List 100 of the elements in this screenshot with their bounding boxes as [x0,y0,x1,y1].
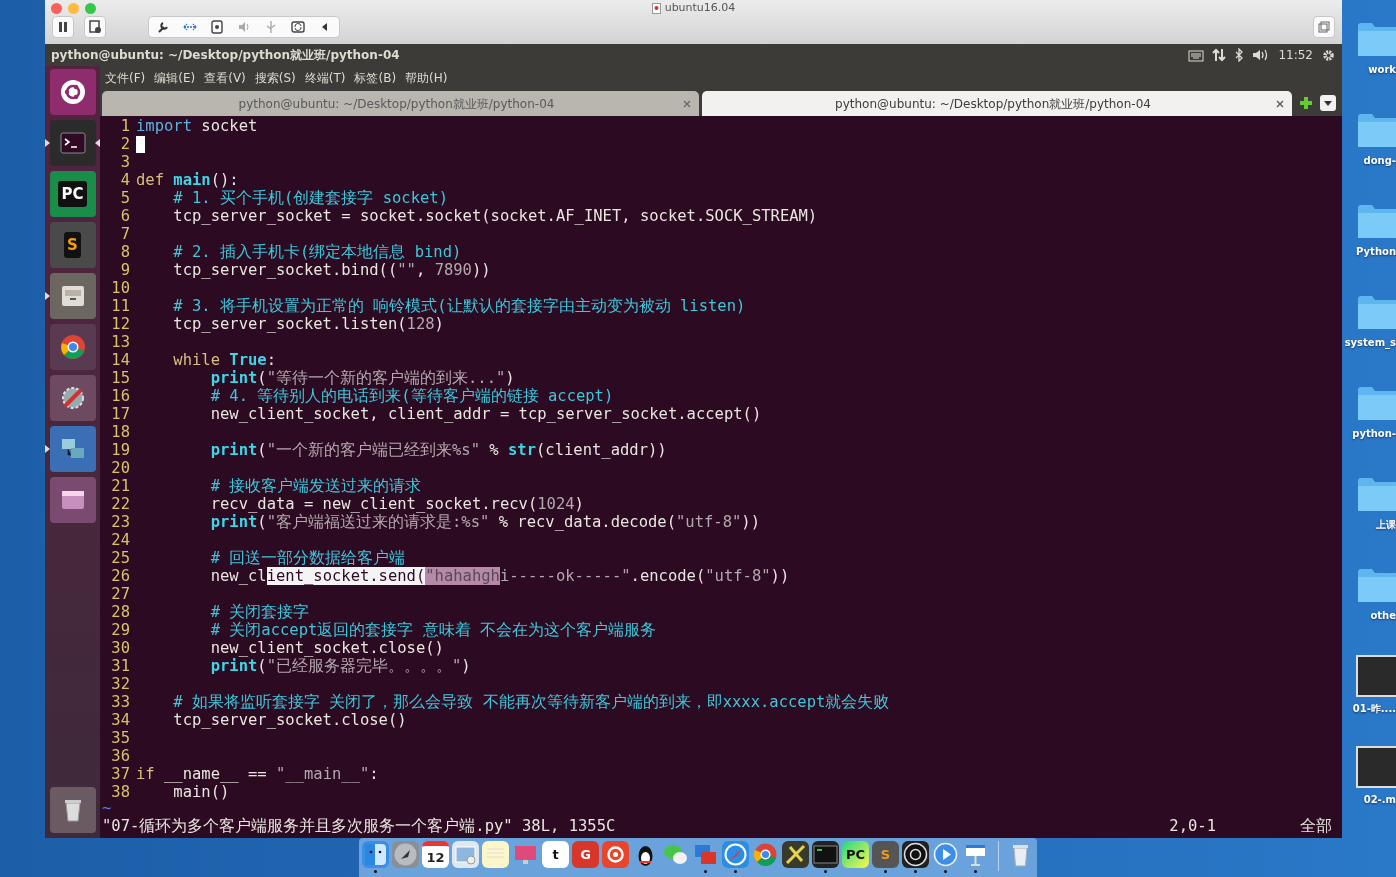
pause-icon [56,20,70,34]
transfer-arrows-icon[interactable] [1212,48,1227,62]
tab-label: python@ubuntu: ~/Desktop/python就业班/python-04 [834,95,1152,113]
code-line: print("等待一个新的客户端的到来...") [210,369,515,387]
line-number: 6 [119,207,131,225]
plus-icon[interactable] [1299,96,1313,110]
code-line: # 关闭accept返回的套接字 意味着 不会在为这个客户端服务 [210,621,656,639]
line-number: 27 [110,585,131,603]
line-number: 12 [110,315,131,333]
line-number: 20 [110,459,131,477]
clock-text[interactable]: 11:52 [1278,46,1313,64]
close-icon[interactable] [1276,99,1284,108]
terminal-tab[interactable]: python@ubuntu: ~/Desktop/python就业班/python-04 [702,91,1292,116]
code-line: print("客户端福送过来的请求是:%s" % recv_data.decode("utf-8")) [210,513,760,531]
line-number: 15 [110,369,131,387]
tab-menu-button[interactable] [1320,95,1336,111]
code-line: if __name__ == "__main__": [136,765,379,783]
line-number: 2 [119,135,131,153]
line-number: 19 [110,441,131,459]
line-number: 31 [110,657,131,675]
line-number: 24 [110,531,131,549]
line-number: 18 [110,423,131,441]
file-label[interactable]: 01-昨.... [1352,701,1396,716]
line-number: 38 [110,783,131,801]
menu-item[interactable]: 帮助(H) [405,69,448,87]
launcher-item[interactable] [45,120,100,166]
line-number: 22 [110,495,131,513]
line-number: 7 [119,225,131,243]
ring-icon[interactable] [901,841,930,875]
file-label[interactable]: python- [1352,426,1396,441]
video-thumbnail[interactable] [1356,746,1396,788]
line-number: 32 [110,675,131,693]
code-line: # 关闭套接字 [210,603,310,621]
windows-icon [1317,20,1331,34]
file-label[interactable]: othe [1370,608,1396,623]
menu-item[interactable]: 查看(V) [204,69,246,87]
file-label[interactable]: 上课 [1376,517,1396,532]
file-label[interactable]: system_s [1344,335,1396,350]
line-number: 10 [110,279,131,297]
menu-item[interactable]: 编辑(E) [154,69,196,87]
line-number: 13 [110,333,131,351]
terminal-icon[interactable] [811,841,840,875]
line-number: 25 [110,549,131,567]
line-number: 29 [110,621,131,639]
terminal-title: python@ubuntu: ~/Desktop/python就业班/python-04 [51,47,400,64]
caret-icon [1324,100,1332,106]
line-number: 4 [119,171,131,189]
editor-logo-icon: S [64,231,81,259]
code-line: import socket [136,117,258,135]
menu-item[interactable]: 终端(T) [304,69,346,87]
code-line: tcp_server_socket.bind(("", 7890)) [173,261,491,279]
restore-button[interactable] [1313,16,1335,38]
scroll-position: 全部 [1300,815,1332,837]
tab-label: python@ubuntu: ~/Desktop/python就业班/python-04 [237,95,556,113]
code-line: # 接收客户端发送过来的请求 [210,477,422,495]
video-thumbnail[interactable] [1356,655,1396,697]
cursor-position: 2,0-1 [1169,815,1216,837]
compass-icon[interactable] [721,841,750,875]
file-label[interactable]: dong- [1363,153,1396,168]
bluetooth-icon[interactable] [1234,48,1245,62]
line-number: 8 [119,243,131,261]
line-number: 3 [119,153,131,171]
pause-button[interactable] [52,16,74,38]
menu-item[interactable]: 搜索(S) [254,69,296,87]
face-icon[interactable] [361,841,390,875]
menu-item[interactable]: 文件(F) [105,69,146,87]
snapshot-button[interactable] [84,16,106,38]
close-icon[interactable] [683,99,691,108]
code-line: # 回送一部分数据给客户端 [210,549,406,567]
line-number: 33 [110,693,131,711]
terminal-tab[interactable]: python@ubuntu: ~/Desktop/python就业班/python-04 [102,91,699,116]
file-label[interactable]: 02-.m [1363,792,1396,807]
empty-line-marker: ~ [101,801,113,815]
sync-icon[interactable] [291,20,306,34]
code-line: print("一个新的客户端已经到来%s" % str(client_addr)) [210,441,667,459]
line-number: 5 [119,189,131,207]
browser-ring-icon [58,333,87,361]
document-icon [651,2,661,14]
code-line: main() [173,783,230,801]
keyboard-icon[interactable] [1188,48,1205,62]
line-number: 17 [110,405,131,423]
code-line: # 如果将监听套接字 关闭了，那么会导致 不能再次等待新客户端的到来，即xxxx.accept就会失败 [173,693,890,711]
code-line: while True: [173,351,276,369]
ide-logo-icon: PC [58,180,87,208]
file-info: "07-循环为多个客户端服务并且多次服务一个客户端.py" 38L, 1355C [102,815,616,837]
close-button[interactable] [51,2,62,14]
line-number: 23 [110,513,131,531]
code-line: # 1. 买个手机(创建套接字 socket) [173,189,448,207]
line-number: 36 [110,747,131,765]
code-line: recv_data = new_client_socket.recv(1024) [210,495,584,513]
code-line: print("已经服务器完毕。。。。") [210,657,471,675]
settings-icon[interactable] [1321,47,1336,63]
file-label[interactable]: Python [1356,244,1396,259]
menu-item[interactable]: 标签(B) [354,69,397,87]
line-number: 35 [110,729,131,747]
window-title: ubuntu16.04 [664,0,736,16]
code-line: new_client_socket.send("hahahghi-----ok-----".encode("utf-8")) [210,567,790,585]
file-label[interactable]: work [1368,62,1396,77]
code-line: tcp_server_socket.close() [173,711,407,729]
code-line: # 4. 等待别人的电话到来(等待客户端的链接 accept) [210,387,614,405]
